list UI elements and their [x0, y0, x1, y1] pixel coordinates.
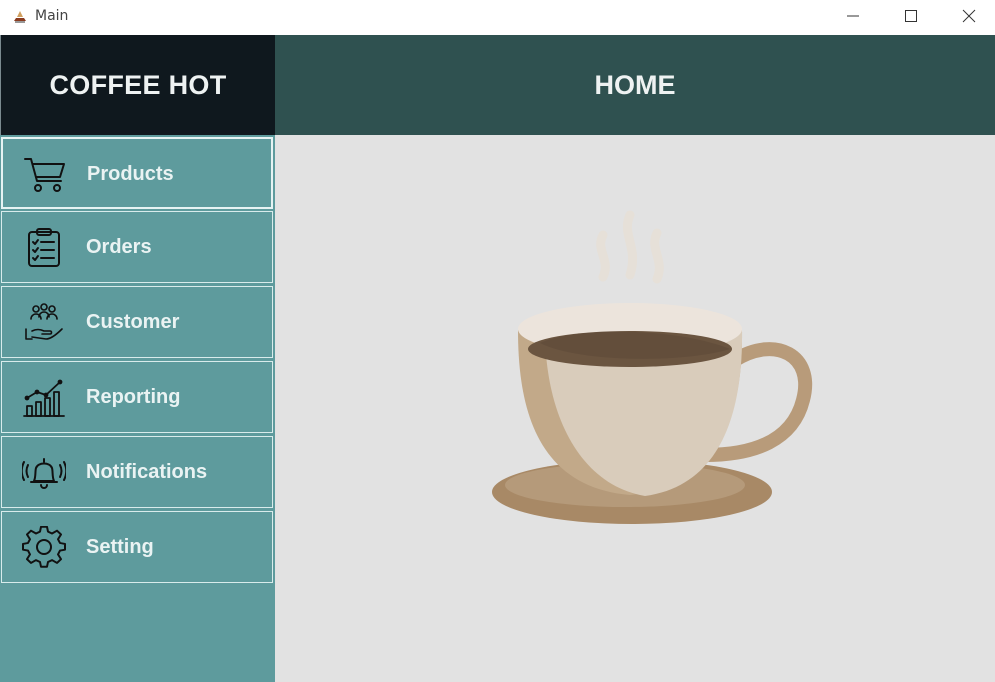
sidebar: Products Orders Customer Reporting Notif… [0, 135, 275, 682]
close-button[interactable] [940, 0, 995, 32]
minimize-button[interactable] [824, 0, 882, 32]
maximize-icon [905, 10, 917, 22]
steam-icon [596, 210, 664, 284]
page-title: HOME [594, 69, 676, 100]
bar-chart-icon [23, 379, 65, 417]
cart-icon [24, 158, 65, 192]
sidebar-item-label: Products [87, 163, 174, 185]
sidebar-item-customer[interactable]: Customer [1, 286, 273, 358]
clipboard-checklist-icon [28, 228, 60, 267]
page-header: HOME [275, 35, 995, 135]
customers-hand-icon [25, 303, 63, 340]
app-logo-icon [11, 7, 29, 25]
ringing-bell-icon [22, 458, 66, 489]
close-icon [962, 9, 976, 23]
sidebar-item-label: Customer [86, 311, 180, 333]
sidebar-item-label: Reporting [86, 386, 181, 408]
sidebar-item-label: Setting [86, 536, 154, 558]
brand-title: COFFEE HOT [49, 69, 227, 100]
sidebar-item-reporting[interactable]: Reporting [1, 361, 273, 433]
gear-icon [22, 526, 66, 568]
sidebar-item-label: Notifications [86, 461, 208, 483]
sidebar-item-orders[interactable]: Orders [1, 211, 273, 283]
sidebar-item-setting[interactable]: Setting [1, 511, 273, 583]
coffee-cup-illustration [492, 210, 812, 524]
sidebar-item-label: Orders [86, 236, 152, 258]
main-content [275, 135, 995, 682]
sidebar-item-notifications[interactable]: Notifications [1, 436, 273, 508]
maximize-button[interactable] [882, 0, 940, 32]
brand-header: COFFEE HOT [0, 35, 275, 135]
minimize-icon [847, 15, 859, 17]
window-titlebar: Main [0, 0, 995, 35]
sidebar-item-products[interactable]: Products [1, 137, 273, 209]
window-title: Main [35, 8, 69, 24]
